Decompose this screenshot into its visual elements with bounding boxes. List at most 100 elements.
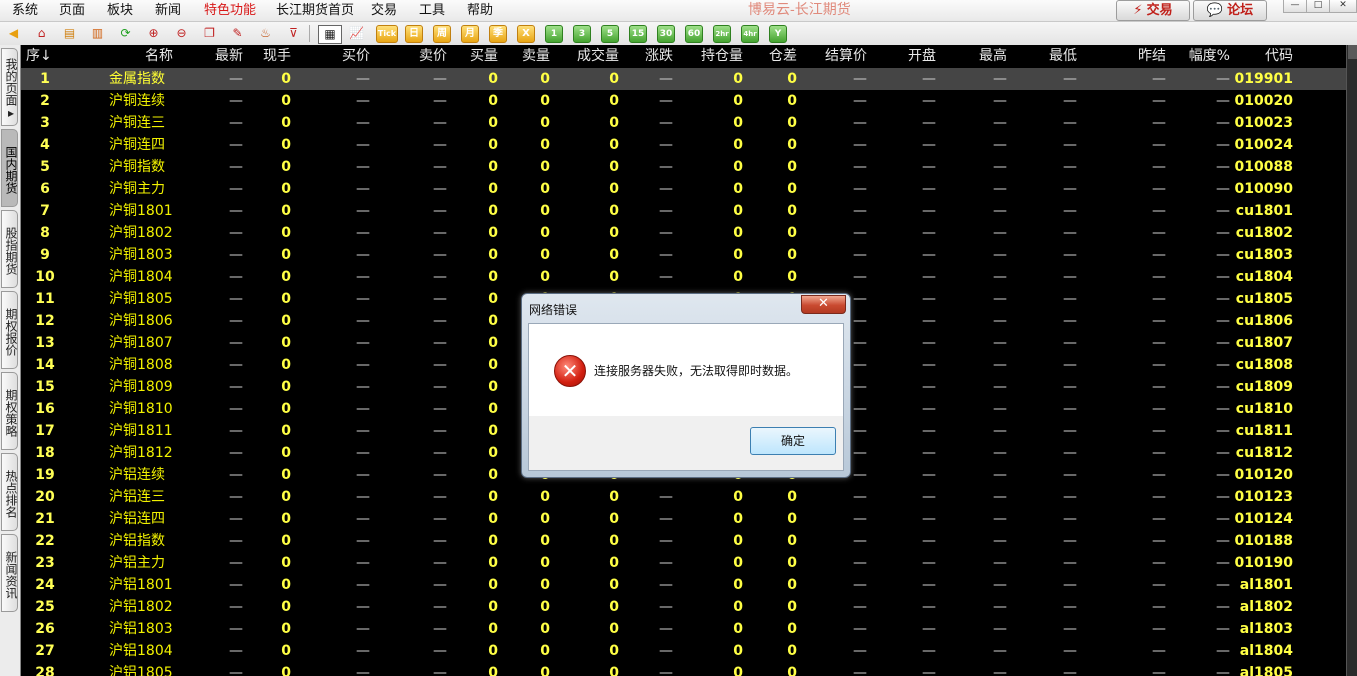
week-button[interactable]: 周 bbox=[433, 25, 451, 43]
table-row[interactable]: 22 沪铝指数 —0— —0 0 0—0 0— — — — — —010188 bbox=[21, 530, 1346, 552]
row-name: 沪铜1805 bbox=[109, 291, 173, 307]
code-header[interactable]: 代码 bbox=[1265, 48, 1293, 65]
table-row[interactable]: 8 沪铜1802 — 0 — — 0 0 0 — 0 0 — — — — — — cu1802 bbox=[21, 222, 1346, 244]
name-header[interactable]: 名称 bbox=[145, 48, 173, 65]
table-row[interactable]: 27 沪铝1804 — 0 — — 0 0 0 — 0 0 — — — — — — al1804 bbox=[21, 640, 1346, 662]
back-arrow-icon[interactable]: ◀ bbox=[5, 25, 22, 42]
tab-news-info[interactable]: 新闻资讯 bbox=[1, 534, 18, 612]
maximize-button[interactable]: □ bbox=[1306, 0, 1330, 13]
row-code: 010188 bbox=[1234, 533, 1293, 549]
close-window-button[interactable]: ✕ bbox=[1329, 0, 1357, 13]
pencil-icon[interactable]: ✎ bbox=[229, 25, 246, 42]
vertical-scrollbar[interactable] bbox=[1346, 45, 1357, 676]
menu-features[interactable]: 特色功能 bbox=[204, 2, 256, 19]
line-chart-icon[interactable]: 📈 bbox=[348, 25, 365, 42]
ask-cell: — bbox=[433, 621, 447, 637]
table-row[interactable]: 6 沪铜主力 —0— —0 0 0—0 0— — — — — —010090 bbox=[21, 178, 1346, 200]
tick-button[interactable]: Tick bbox=[376, 25, 398, 43]
table-row[interactable]: 3 沪铜连三 —0— —0 0 0—0 0— — — — — —010023 bbox=[21, 112, 1346, 134]
ask-vol-header[interactable]: 卖量 bbox=[522, 48, 550, 65]
scrollbar-thumb[interactable] bbox=[1348, 45, 1357, 59]
table-row[interactable]: 7 沪铜1801 — 0 — — 0 0 0 — 0 0 — — — — — — cu1801 bbox=[21, 200, 1346, 222]
bid-cell: — bbox=[356, 511, 370, 527]
table-row[interactable]: 5 沪铜指数 —0— —0 0 0—0 0— — — — — —010088 bbox=[21, 156, 1346, 178]
seq-header[interactable]: 序↓ bbox=[26, 48, 52, 65]
table-row[interactable]: 20 沪铝连三 —0— —0 0 0—0 0— — — — — —010123 bbox=[21, 486, 1346, 508]
open-header[interactable]: 开盘 bbox=[908, 48, 936, 65]
menu-homepage[interactable]: 长江期货首页 bbox=[276, 2, 354, 19]
forum-button[interactable]: 💬 论坛 bbox=[1193, 0, 1267, 21]
high-header[interactable]: 最高 bbox=[979, 48, 1007, 65]
turnover-cell: 0 bbox=[609, 159, 619, 175]
table-row[interactable]: 2 沪铜连续 —0— —0 0 0—0 0— — — — — —010020 bbox=[21, 90, 1346, 112]
min60-button[interactable]: 60 bbox=[685, 25, 703, 43]
menu-tools[interactable]: 工具 bbox=[419, 2, 445, 19]
min30-button[interactable]: 30 bbox=[657, 25, 675, 43]
refresh-icon[interactable]: ⟳ bbox=[117, 25, 134, 42]
trade-button[interactable]: ⚡ 交易 bbox=[1116, 0, 1190, 21]
panel-icon[interactable]: ▥ bbox=[89, 25, 106, 42]
flask-icon[interactable]: ♨ bbox=[257, 25, 274, 42]
x-button[interactable]: X bbox=[517, 25, 535, 43]
min5-button[interactable]: 5 bbox=[601, 25, 619, 43]
last-price-header[interactable]: 最新 bbox=[215, 48, 243, 65]
season-button[interactable]: 季 bbox=[489, 25, 507, 43]
zoom-in-icon[interactable]: ⊕ bbox=[145, 25, 162, 42]
tab-hot-ranking[interactable]: 热点排名 bbox=[1, 453, 18, 531]
menu-system[interactable]: 系统 bbox=[12, 2, 38, 19]
table-row[interactable]: 21 沪铝连四 —0— —0 0 0—0 0— — — — — —010124 bbox=[21, 508, 1346, 530]
table-row[interactable]: 26 沪铝1803 — 0 — — 0 0 0 — 0 0 — — — — — — al1803 bbox=[21, 618, 1346, 640]
table-row[interactable]: 25 沪铝1802 — 0 — — 0 0 0 — 0 0 — — — — — — al1802 bbox=[21, 596, 1346, 618]
menu-sector[interactable]: 板块 bbox=[107, 2, 133, 19]
oi-change-header[interactable]: 仓差 bbox=[769, 48, 797, 65]
tab-index-futures[interactable]: 股指期货 bbox=[1, 210, 18, 288]
change-header[interactable]: 涨跌 bbox=[645, 48, 673, 65]
year-button[interactable]: Y bbox=[769, 25, 787, 43]
table-row[interactable]: 28 沪铝1805 — 0 — — 0 0 0 — 0 0 — — — — — — al1805 bbox=[21, 662, 1346, 676]
tab-option-quotes[interactable]: 期权报价 bbox=[1, 291, 18, 369]
notes-icon[interactable]: ▤ bbox=[61, 25, 78, 42]
tab-option-strategy[interactable]: 期权策略 bbox=[1, 372, 18, 450]
min3-button[interactable]: 3 bbox=[573, 25, 591, 43]
tab-domestic-futures[interactable]: 国内期货 bbox=[1, 129, 18, 207]
bid-vol-header[interactable]: 买量 bbox=[470, 48, 498, 65]
quote-list-icon[interactable]: ▦ bbox=[318, 25, 342, 44]
dialog-close-button[interactable]: ✕ bbox=[801, 295, 846, 314]
bid-cell: — bbox=[356, 93, 370, 109]
filter-icon[interactable]: ⊽ bbox=[285, 25, 302, 42]
change-cell: — bbox=[659, 71, 673, 87]
home-icon[interactable]: ⌂ bbox=[33, 25, 50, 42]
windows-icon[interactable]: ❐ bbox=[201, 25, 218, 42]
amplitude-header[interactable]: 幅度% bbox=[1189, 48, 1230, 65]
settle-header[interactable]: 结算价 bbox=[825, 48, 867, 65]
low-header[interactable]: 最低 bbox=[1049, 48, 1077, 65]
hr4-button[interactable]: 4hr bbox=[741, 25, 759, 43]
tab-my-page[interactable]: 我的页面▸ bbox=[1, 48, 18, 126]
open-interest-header[interactable]: 持仓量 bbox=[701, 48, 743, 65]
menu-news[interactable]: 新闻 bbox=[155, 2, 181, 19]
day-button[interactable]: 日 bbox=[405, 25, 423, 43]
zoom-out-icon[interactable]: ⊖ bbox=[173, 25, 190, 42]
ask-cell: — bbox=[433, 247, 447, 263]
minimize-button[interactable]: — bbox=[1283, 0, 1307, 13]
prev-settle-header[interactable]: 昨结 bbox=[1138, 48, 1166, 65]
menu-page[interactable]: 页面 bbox=[59, 2, 85, 19]
ok-button[interactable]: 确定 bbox=[750, 427, 836, 455]
table-row[interactable]: 23 沪铝主力 —0— —0 0 0—0 0— — — — — —010190 bbox=[21, 552, 1346, 574]
turnover-header[interactable]: 成交量 bbox=[577, 48, 619, 65]
table-row[interactable]: 1 金属指数 —0— —0 0 0—0 0— — — — — —019901 bbox=[21, 68, 1346, 90]
ask-header[interactable]: 卖价 bbox=[419, 48, 447, 65]
min1-button[interactable]: 1 bbox=[545, 25, 563, 43]
table-row[interactable]: 9 沪铜1803 — 0 — — 0 0 0 — 0 0 — — — — — — cu1803 bbox=[21, 244, 1346, 266]
volume-now-header[interactable]: 现手 bbox=[263, 48, 291, 65]
table-row[interactable]: 4 沪铜连四 —0— —0 0 0—0 0— — — — — —010024 bbox=[21, 134, 1346, 156]
low-cell: — bbox=[1063, 71, 1077, 87]
bid-header[interactable]: 买价 bbox=[342, 48, 370, 65]
table-row[interactable]: 10 沪铜1804 — 0 — — 0 0 0 — 0 0 — — — — — — cu1804 bbox=[21, 266, 1346, 288]
menu-trade[interactable]: 交易 bbox=[371, 2, 397, 19]
hr2-button[interactable]: 2hr bbox=[713, 25, 731, 43]
table-row[interactable]: 24 沪铝1801 — 0 — — 0 0 0 — 0 0 — — — — — — al1801 bbox=[21, 574, 1346, 596]
month-button[interactable]: 月 bbox=[461, 25, 479, 43]
min15-button[interactable]: 15 bbox=[629, 25, 647, 43]
menu-help[interactable]: 帮助 bbox=[467, 2, 493, 19]
